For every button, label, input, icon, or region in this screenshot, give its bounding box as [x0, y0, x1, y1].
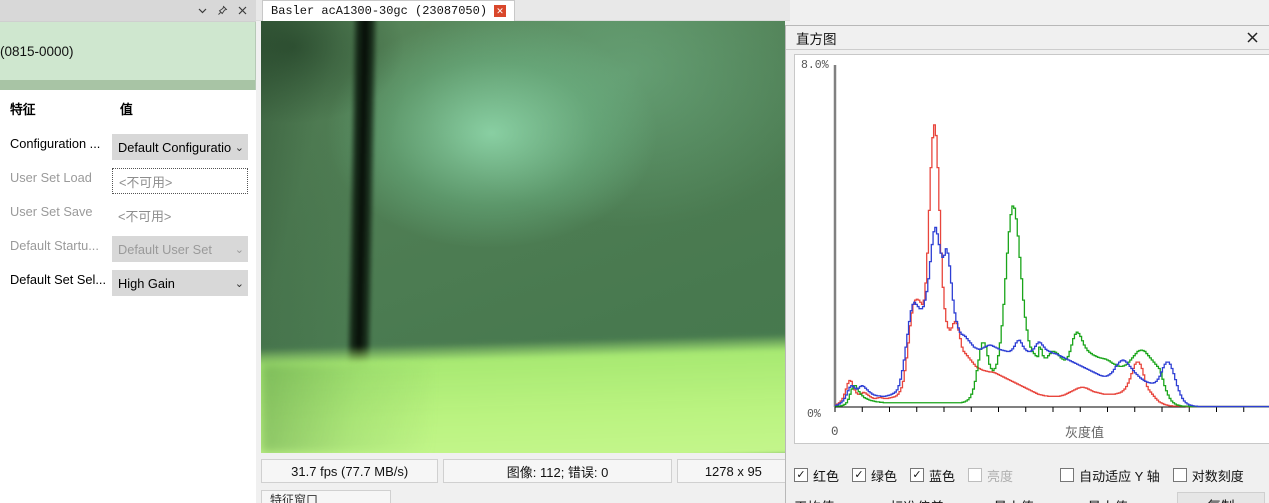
default-startup-set-combo: Default User Set ⌄ — [112, 236, 248, 262]
tab-label: Basler acA1300-30gc (23087050) — [271, 4, 488, 18]
checkbox-label: 蓝色 — [929, 468, 956, 484]
checkbox-auto-fit-y[interactable]: 自动适应 Y 轴 — [1060, 466, 1160, 485]
parameter-table: 特征 值 Configuration ... User Set Load Use… — [0, 90, 256, 383]
checkbox-label: 红色 — [813, 468, 840, 484]
stat-label: 最小值 — [994, 496, 1035, 503]
stat-max: 最大值 --- — [1088, 496, 1148, 503]
checkbox-luminance: 亮度 — [968, 466, 1013, 485]
stat-stddev: 标准偏差 --- — [890, 496, 964, 503]
row-feature: Default Startu... — [10, 237, 99, 253]
histogram-window: 直方图 8.0% 0% 0 灰度值 ✓ 红色 ✓ 绿色 ✓ 蓝色 亮度 自动适应… — [785, 25, 1269, 503]
histogram-curves — [833, 65, 1269, 412]
stat-mean: 平均值 --- — [794, 496, 854, 503]
user-set-load-field[interactable]: <不可用> — [112, 168, 248, 194]
checkbox-label: 亮度 — [987, 468, 1014, 484]
field-value: <不可用> — [118, 208, 172, 224]
column-header-value: 值 — [120, 101, 133, 117]
camera-window: Basler acA1300-30gc (23087050) ✕ 31.7 fp… — [256, 0, 791, 503]
chevron-down-icon: ⌄ — [234, 243, 244, 256]
app-window: (0815-0000) 30gc (23087050) 搜索参数 — [0, 0, 1269, 503]
row-feature: User Set Save — [10, 203, 93, 219]
tab-feature-window[interactable]: 特征窗口 — [261, 490, 391, 503]
default-set-selector-combo[interactable]: High Gain ⌄ — [112, 270, 248, 296]
device-label: (0815-0000) — [0, 43, 74, 59]
checkbox-box[interactable]: ✓ — [910, 468, 925, 482]
checkbox-log-scale[interactable]: 对数刻度 — [1172, 466, 1244, 485]
checkbox-box[interactable]: ✓ — [794, 468, 808, 482]
status-fps: 31.7 fps (77.7 MB/s) — [261, 459, 439, 483]
checkbox-blue[interactable]: ✓ 蓝色 — [910, 466, 955, 485]
checkbox-green[interactable]: ✓ 绿色 — [852, 466, 897, 485]
field-value: <不可用> — [119, 174, 173, 190]
combo-value: Default User Set — [118, 241, 212, 257]
camera-statusbar: 31.7 fps (77.7 MB/s) 图像: 112; 错误: 0 1278… — [261, 458, 791, 484]
stat-label: 平均值 — [794, 496, 835, 503]
copy-button[interactable]: 复制 — [1177, 492, 1265, 503]
checkbox-label: 自动适应 Y 轴 — [1079, 468, 1160, 484]
row-feature: Configuration ... — [10, 135, 101, 151]
chevron-down-icon: ⌄ — [234, 277, 244, 290]
close-icon[interactable] — [232, 2, 252, 20]
camera-tabbar: Basler acA1300-30gc (23087050) ✕ — [256, 0, 790, 21]
camera-live-image[interactable] — [261, 21, 785, 453]
status-images: 图像: 112; 错误: 0 — [443, 459, 672, 483]
histogram-title: 直方图 — [796, 31, 837, 47]
stat-label: 最大值 — [1088, 496, 1129, 503]
checkbox-box[interactable]: ✓ — [852, 468, 867, 482]
checkbox-box — [968, 468, 983, 482]
row-feature: Default Set Sel... — [10, 271, 107, 287]
checkbox-label: 对数刻度 — [1191, 468, 1244, 484]
row-feature: User Set Load — [10, 169, 92, 185]
stat-min: 最小值 --- — [994, 496, 1054, 503]
user-set-save-field: <不可用> — [112, 202, 248, 228]
histogram-channel-controls: ✓ 红色 ✓ 绿色 ✓ 蓝色 亮度 自动适应 Y 轴 对数刻度 — [794, 463, 1269, 487]
tab-camera[interactable]: Basler acA1300-30gc (23087050) ✕ — [262, 0, 516, 21]
histogram-plot[interactable]: 8.0% 0% 0 灰度值 — [794, 54, 1269, 444]
checkbox-red[interactable]: ✓ 红色 — [794, 466, 839, 485]
table-header: 特征 值 — [0, 90, 256, 126]
chevron-down-icon: ⌄ — [234, 141, 244, 154]
pin-icon[interactable] — [212, 2, 232, 20]
combo-value: Default Configuratio — [118, 139, 232, 155]
image-floor-shadow — [261, 363, 431, 453]
checkbox-label: 绿色 — [871, 468, 898, 484]
close-icon[interactable] — [1241, 28, 1263, 48]
list-item[interactable]: (0815-0000) — [0, 22, 255, 80]
device-dock-titlebar — [0, 0, 256, 22]
close-icon[interactable]: ✕ — [494, 5, 507, 17]
stat-label: 标准偏差 — [890, 496, 944, 503]
combo-value: High Gain — [118, 275, 175, 291]
column-header-feature: 特征 — [10, 101, 36, 117]
configuration-set-combo[interactable]: Default Configuratio ⌄ — [112, 134, 248, 160]
status-image-size: 1278 x 95 — [676, 459, 791, 483]
checkbox-box[interactable] — [1172, 468, 1187, 482]
chevron-down-icon[interactable] — [192, 2, 212, 20]
checkbox-box[interactable] — [1060, 468, 1075, 482]
histogram-titlebar: 直方图 — [786, 26, 1269, 50]
